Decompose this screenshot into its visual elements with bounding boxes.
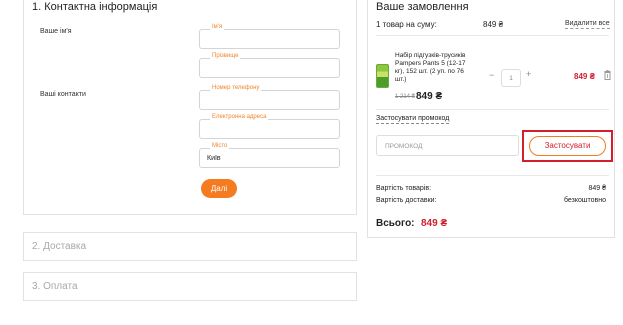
contact-info-title: 1. Контактна інформація: [32, 1, 158, 13]
city-value: Київ: [207, 155, 221, 162]
product-image[interactable]: [376, 64, 389, 88]
divider: [376, 175, 609, 176]
payment-title: 3. Оплата: [32, 281, 78, 292]
order-title: Ваше замовлення: [376, 1, 469, 13]
city-label: Місто: [210, 143, 230, 149]
apply-promo-button[interactable]: Застосувати: [529, 136, 606, 156]
goods-cost-value: 849 ₴: [588, 185, 606, 192]
quantity-minus-button[interactable]: −: [489, 70, 494, 80]
order-summary-label: 1 товар на суму:: [376, 20, 437, 29]
grand-total-label: Всього:: [376, 218, 415, 229]
order-summary-price: 849 ₴: [483, 20, 504, 29]
first-name-field[interactable]: Ім'я: [199, 24, 340, 49]
payment-section[interactable]: 3. Оплата: [23, 272, 357, 301]
last-name-label: Прізвище: [210, 53, 241, 59]
divider: [376, 35, 609, 36]
delivery-title: 2. Доставка: [32, 241, 87, 252]
promo-code-placeholder: ПРОМОКОД: [385, 143, 423, 150]
trash-icon[interactable]: [604, 70, 611, 80]
your-contacts-label: Ваші контакти: [40, 91, 86, 98]
your-name-label: Ваше ім'я: [40, 28, 72, 35]
city-field[interactable]: Місто Київ: [199, 143, 340, 168]
product-name[interactable]: Набір підгузків-трусиків Pampers Pants 5…: [395, 52, 469, 84]
product-old-price: 1 214 ₴: [395, 94, 416, 100]
phone-label: Номер телефону: [210, 85, 262, 91]
product-new-price: 849 ₴: [416, 91, 443, 102]
first-name-label: Ім'я: [210, 24, 225, 30]
contact-info-panel: 1. Контактна інформація Ваше ім'я Ім'я П…: [23, 0, 357, 215]
delivery-section[interactable]: 2. Доставка: [23, 232, 357, 261]
order-panel: Ваше замовлення 1 товар на суму: 849 ₴ В…: [367, 0, 615, 238]
phone-field[interactable]: Номер телефону: [199, 85, 340, 110]
divider: [376, 109, 609, 110]
last-name-field[interactable]: Прізвище: [199, 53, 340, 78]
goods-cost-label: Вартість товарів:: [376, 185, 432, 192]
delivery-cost-label: Вартість доставки:: [376, 197, 437, 204]
apply-promo-link[interactable]: Застосувати промокод: [376, 115, 450, 124]
quantity-input[interactable]: 1: [501, 69, 521, 87]
next-button[interactable]: Далі: [201, 179, 237, 198]
remove-all-link[interactable]: Видалити все: [565, 20, 610, 29]
email-label: Електронна адреса: [210, 114, 269, 120]
grand-total-value: 849 ₴: [421, 218, 448, 229]
line-item-price: 849 ₴: [574, 72, 595, 81]
quantity-plus-button[interactable]: +: [526, 69, 531, 79]
promo-code-input[interactable]: ПРОМОКОД: [376, 135, 519, 156]
email-field[interactable]: Електронна адреса: [199, 114, 340, 139]
delivery-cost-value: безкоштовно: [563, 197, 606, 204]
